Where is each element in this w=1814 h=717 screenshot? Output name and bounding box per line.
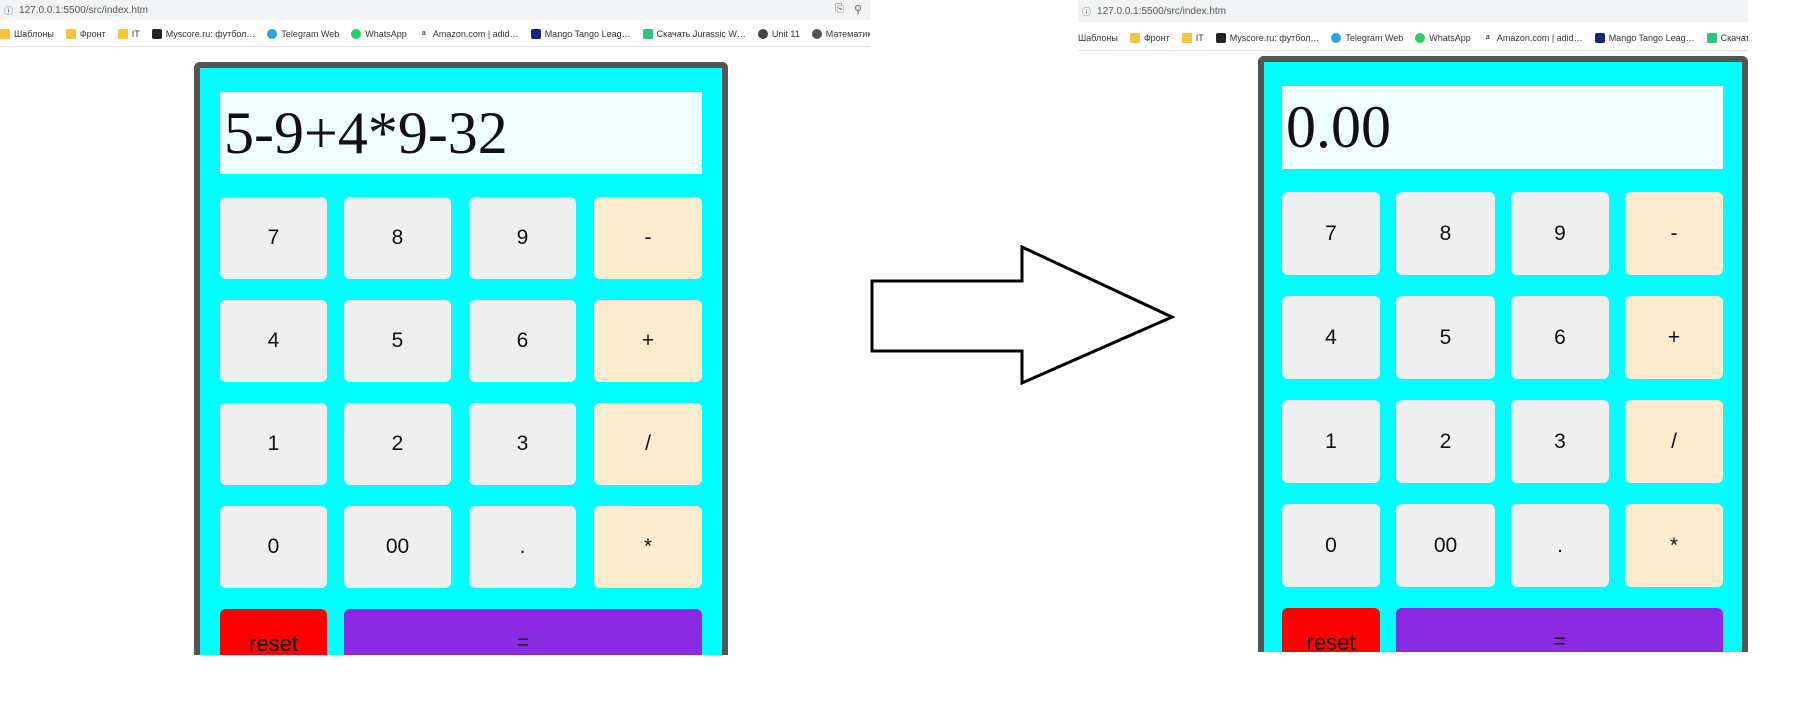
key-00[interactable]: 00	[1396, 504, 1495, 587]
bookmark-item[interactable]: IT	[117, 29, 140, 39]
telegram-icon	[1331, 33, 1342, 43]
key-8[interactable]: 8	[1396, 192, 1495, 275]
address-bar[interactable]: ⓘ 127.0.0.1:5500/src/index.htm	[1078, 0, 1748, 22]
bookmark-item[interactable]: Mango Tango Leag…	[1594, 33, 1695, 43]
bookmark-item[interactable]: WhatsApp	[1415, 33, 1471, 43]
reset-button[interactable]: reset	[220, 609, 327, 655]
whatsapp-icon	[351, 29, 362, 39]
bookmark-item[interactable]: Скачать Jurassic W…	[1706, 33, 1748, 43]
folder-icon	[117, 29, 128, 39]
bookmark-item[interactable]: Скачать Jurassic W…	[642, 29, 746, 39]
key-0[interactable]: 0	[1282, 504, 1380, 587]
bookmark-item[interactable]: Mango Tango Leag…	[530, 29, 631, 39]
zoom-icon[interactable]: ⚲	[854, 3, 862, 16]
key-6[interactable]: 6	[1511, 296, 1609, 379]
translate-icon[interactable]: ⎘	[835, 3, 844, 16]
info-icon[interactable]: ⓘ	[4, 4, 13, 17]
key-dot[interactable]: .	[469, 506, 576, 588]
key-dot[interactable]: .	[1511, 504, 1609, 587]
left-screenshot: ⓘ 127.0.0.1:5500/src/index.htm ⎘ ⚲ Шабло…	[0, 0, 870, 655]
key-divide[interactable]: /	[1625, 400, 1723, 483]
key-2[interactable]: 2	[344, 403, 451, 485]
key-4[interactable]: 4	[220, 300, 327, 382]
bookmark-item[interactable]: Шаблоны	[1078, 33, 1118, 43]
bookmark-item[interactable]: Telegram Web	[1331, 33, 1403, 43]
folder-icon	[1181, 33, 1192, 43]
download-site-icon	[1706, 33, 1717, 43]
key-divide[interactable]: /	[594, 403, 702, 485]
bookmark-item[interactable]: Myscore.ru: футбол…	[1215, 33, 1319, 43]
bookmark-item[interactable]: WhatsApp	[351, 29, 407, 39]
key-minus[interactable]: -	[594, 197, 702, 279]
key-1[interactable]: 1	[1282, 400, 1380, 483]
amazon-icon: a	[418, 29, 429, 39]
key-6[interactable]: 6	[469, 300, 576, 382]
bookmark-item[interactable]: Unit 11	[757, 29, 800, 39]
key-multiply[interactable]: *	[1625, 504, 1723, 587]
key-5[interactable]: 5	[344, 300, 451, 382]
bookmark-item[interactable]: Математика тест к…	[811, 29, 870, 39]
bookmark-item[interactable]: IT	[1181, 33, 1204, 43]
mango-icon	[1594, 33, 1605, 43]
key-5[interactable]: 5	[1396, 296, 1495, 379]
info-icon[interactable]: ⓘ	[1082, 5, 1091, 18]
url-text: 127.0.0.1:5500/src/index.htm	[19, 4, 148, 16]
download-site-icon	[642, 29, 653, 39]
key-7[interactable]: 7	[1282, 192, 1380, 275]
folder-icon	[1129, 33, 1140, 43]
bookmark-item[interactable]: Myscore.ru: футбол…	[151, 29, 255, 39]
folder-icon	[65, 29, 76, 39]
key-9[interactable]: 9	[469, 197, 576, 279]
key-9[interactable]: 9	[1511, 192, 1609, 275]
calculator-display: 0.00	[1282, 86, 1723, 169]
key-plus[interactable]: +	[1625, 296, 1723, 379]
math-icon	[811, 29, 822, 39]
equal-button[interactable]: =	[1396, 608, 1723, 652]
key-00[interactable]: 00	[344, 506, 451, 588]
bookmark-item[interactable]: Фронт	[1129, 33, 1170, 43]
bookmark-item[interactable]: Telegram Web	[267, 29, 339, 39]
unit-icon	[757, 29, 768, 39]
key-3[interactable]: 3	[1511, 400, 1609, 483]
right-screenshot: ⓘ 127.0.0.1:5500/src/index.htm Шаблоны Ф…	[1078, 0, 1748, 652]
address-bar[interactable]: ⓘ 127.0.0.1:5500/src/index.htm ⎘ ⚲	[0, 0, 870, 20]
telegram-icon	[267, 29, 278, 39]
key-2[interactable]: 2	[1396, 400, 1495, 483]
key-8[interactable]: 8	[344, 197, 451, 279]
url-text: 127.0.0.1:5500/src/index.htm	[1097, 5, 1226, 17]
bookmarks-bar: Шаблоны Фронт IT Myscore.ru: футбол… Tel…	[1078, 26, 1748, 51]
bookmark-item[interactable]: a Amazon.com | adid…	[1482, 33, 1583, 43]
bookmark-item[interactable]: Шаблоны	[0, 29, 54, 39]
amazon-icon: a	[1482, 33, 1493, 43]
equal-button[interactable]: =	[344, 609, 702, 655]
key-4[interactable]: 4	[1282, 296, 1380, 379]
myscore-icon	[1215, 33, 1226, 43]
mango-icon	[530, 29, 541, 39]
folder-icon	[0, 29, 10, 39]
key-multiply[interactable]: *	[594, 506, 702, 588]
key-7[interactable]: 7	[220, 197, 327, 279]
whatsapp-icon	[1415, 33, 1426, 43]
myscore-icon	[151, 29, 162, 39]
reset-button[interactable]: reset	[1282, 608, 1380, 652]
key-0[interactable]: 0	[220, 506, 327, 588]
key-minus[interactable]: -	[1625, 192, 1723, 275]
key-3[interactable]: 3	[469, 403, 576, 485]
key-plus[interactable]: +	[594, 300, 702, 382]
key-1[interactable]: 1	[220, 403, 327, 485]
bookmark-item[interactable]: Фронт	[65, 29, 106, 39]
bookmark-item[interactable]: a Amazon.com | adid…	[418, 29, 519, 39]
calculator-display: 5-9+4*9-32	[220, 92, 702, 174]
bookmarks-bar: Шаблоны Фронт IT Myscore.ru: футбол… Tel…	[0, 22, 870, 47]
